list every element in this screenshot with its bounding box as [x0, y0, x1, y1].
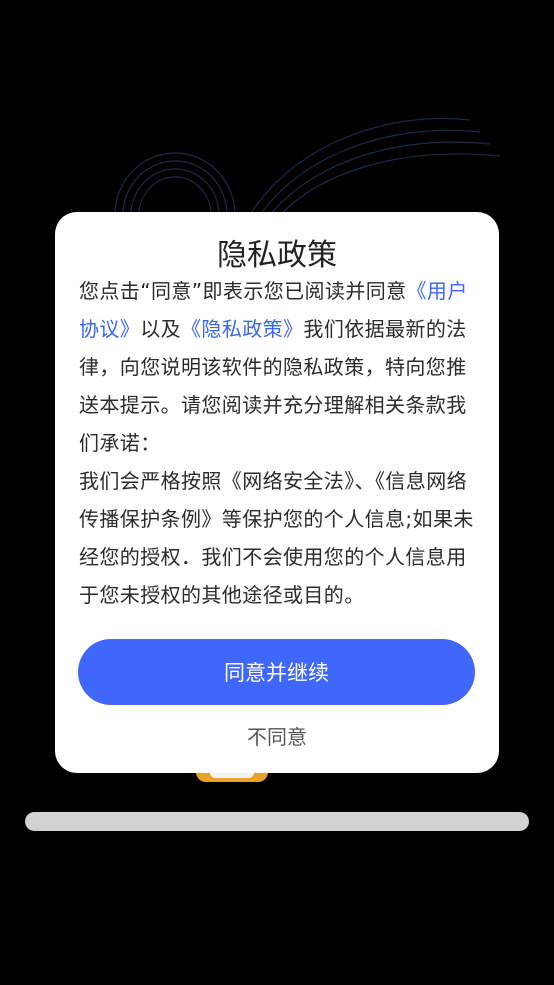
- intro-between-text: 以及: [140, 317, 182, 341]
- dialog-title: 隐私政策: [217, 238, 337, 273]
- disagree-button[interactable]: 不同意: [55, 720, 499, 754]
- privacy-policy-link[interactable]: 《隐私政策》: [181, 317, 303, 341]
- privacy-dialog: 隐私政策 您点击“同意”即表示您已阅读并同意《用户协议》以及《隐私政策》我们依据…: [55, 212, 499, 773]
- intro-paragraph: 您点击“同意”即表示您已阅读并同意《用户协议》以及《隐私政策》我们依据最新的法律…: [79, 272, 477, 462]
- dialog-body: 您点击“同意”即表示您已阅读并同意《用户协议》以及《隐私政策》我们依据最新的法律…: [79, 272, 477, 614]
- commitment-paragraph: 我们会严格按照《网络安全法》、《信息网络传播保护条例》等保护您的个人信息;如果未…: [79, 469, 474, 607]
- intro-text: 您点击“同意”即表示您已阅读并同意: [79, 279, 407, 303]
- progress-track: [25, 812, 529, 831]
- agree-continue-button[interactable]: 同意并继续: [78, 639, 475, 705]
